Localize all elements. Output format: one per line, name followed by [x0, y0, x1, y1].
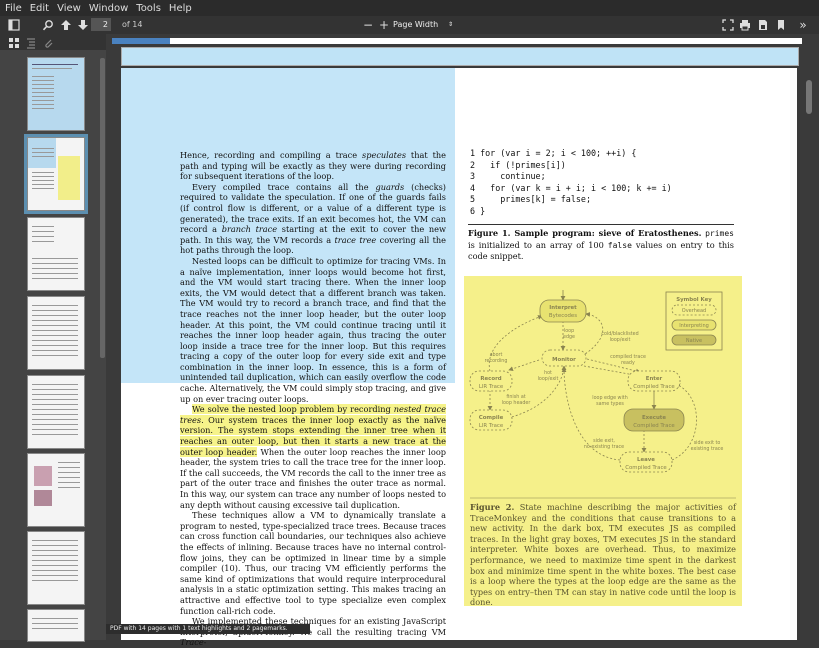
thumbnails-icon[interactable] [8, 36, 19, 50]
edge-label: existing trace [691, 446, 724, 452]
edge-label: loop [564, 328, 574, 334]
edge-label: finish at [506, 394, 525, 400]
edge-label: hot [544, 370, 552, 376]
node-record-sub: LIR Trace [479, 384, 504, 390]
edge-label: loop/exit [538, 376, 559, 382]
page-thumbnail-5[interactable] [27, 375, 85, 449]
edge-label: ready [621, 360, 635, 366]
print-icon[interactable] [739, 18, 751, 32]
attachments-icon[interactable] [42, 36, 53, 50]
status-bar: PDF with 14 pages with 1 text highlights… [106, 624, 310, 634]
key-interpreting: Interpreting [679, 323, 709, 329]
code-line: 4 for (var k = i + i; i < 100; k += i) [470, 182, 672, 193]
figure-2-caption: Figure 2. State machine describing the m… [470, 502, 737, 608]
edge-label: compiled trace [610, 354, 646, 360]
node-execute: Execute [642, 415, 666, 421]
code-line: 1 for (var i = 2; i < 100; ++i) { [470, 148, 637, 158]
up-arrow-icon[interactable] [60, 18, 72, 32]
node-enter: Enter [646, 376, 663, 382]
page-count: of 14 [122, 20, 143, 29]
search-icon[interactable] [42, 18, 54, 32]
edge-label: loop/exit [610, 337, 631, 343]
node-interpret: Interpret [549, 305, 577, 311]
page-thumbnail-2[interactable] [24, 134, 88, 214]
edge-label: side exit, [593, 438, 615, 444]
node-interpret-sub: Bytecodes [549, 313, 577, 319]
more-button[interactable]: » [796, 18, 810, 32]
bookmark-icon[interactable] [775, 18, 787, 32]
paragraph-4: We solve the nested loop problem by reco… [180, 404, 446, 510]
node-compile-sub: LIR Trace [479, 423, 504, 429]
node-compile: Compile [479, 415, 504, 421]
edge-label: same types [596, 401, 624, 407]
paragraph-1: Hence, recording and compiling a trace s… [180, 150, 446, 182]
pdf-page: Hence, recording and compiling a trace s… [121, 68, 797, 647]
menu-window[interactable]: Window [84, 3, 131, 14]
edge-label: abort [490, 352, 503, 358]
symbol-key: Symbol Key Overhead Interpreting Native [665, 291, 723, 351]
save-icon[interactable] [757, 18, 769, 32]
outline-icon[interactable] [25, 36, 35, 50]
select-arrows-icon: ⇕ [447, 21, 453, 28]
key-title: Symbol Key [676, 297, 712, 303]
code-line: 3 continue; [470, 171, 546, 182]
zoom-select[interactable]: Page Width ⇕ [393, 18, 457, 31]
left-column-text: Hence, recording and compiling a trace s… [180, 150, 446, 648]
edge-label: loop header [502, 400, 531, 406]
toolbar: 2 of 14 − + Page Width ⇕ » [0, 16, 819, 34]
figure-rule [468, 224, 734, 225]
down-arrow-icon[interactable] [77, 18, 89, 32]
edge-label: loop edge with [592, 395, 627, 401]
node-leave: Leave [637, 457, 655, 463]
edge-label: no existing trace [584, 444, 624, 450]
menu-bar: File Edit View Window Tools Help [0, 0, 819, 16]
sidebar-toggle-icon[interactable] [8, 18, 20, 32]
paragraph-2: Every compiled trace contains all the gu… [180, 181, 447, 256]
edge-label: edge [563, 334, 575, 340]
figure-2: Interpret Bytecodes Monitor Record LIR T… [464, 276, 742, 608]
node-monitor: Monitor [552, 357, 576, 363]
node-execute-sub: Compiled Trace [633, 423, 675, 429]
sidebar-scrollbar[interactable] [100, 58, 105, 358]
sidebar-tabs [0, 34, 106, 50]
menu-view[interactable]: View [52, 3, 84, 14]
zoom-mode-label: Page Width [393, 20, 439, 29]
code-line: 6 } [470, 205, 486, 216]
code-line: 2 if (!primes[i]) [470, 159, 566, 170]
node-enter-sub: Compiled Trace [633, 384, 675, 390]
reading-progress-bar [112, 38, 802, 44]
figure-1-caption: Figure 1. Sample program: sieve of Erato… [468, 228, 734, 262]
node-leave-sub: Compiled Trace [625, 465, 667, 471]
edge-label: side exit to [694, 440, 721, 446]
node-record: Record [480, 376, 501, 382]
code-listing: 1 for (var i = 2; i < 100; ++i) {2 if (!… [470, 148, 672, 218]
key-native: Native [686, 338, 702, 344]
page-thumbnail-6[interactable] [27, 453, 85, 527]
page-thumbnail-3[interactable] [27, 217, 85, 291]
state-machine-diagram: Interpret Bytecodes Monitor Record LIR T… [469, 290, 736, 499]
menu-tools[interactable]: Tools [131, 3, 164, 14]
viewer-scrollbar[interactable] [806, 80, 812, 114]
key-overhead: Overhead [682, 308, 706, 314]
zoom-out-button[interactable]: − [362, 18, 374, 32]
paragraph-3: Nested loops can be difficult to optimiz… [180, 255, 446, 404]
code-line: 5 primes[k] = false; [470, 194, 592, 205]
page-thumbnail-4[interactable] [27, 296, 85, 370]
previous-page-bottom [121, 47, 799, 66]
page-thumbnail-1[interactable] [27, 57, 85, 131]
edge-label: cold/blacklisted [601, 331, 638, 337]
menu-help[interactable]: Help [164, 3, 195, 14]
edge-label: recording [485, 358, 508, 364]
page-thumbnail-8[interactable] [27, 609, 85, 642]
paragraph-5: These techniques allow a VM to dynamical… [180, 510, 446, 616]
menu-edit[interactable]: Edit [25, 3, 52, 14]
menu-file[interactable]: File [0, 3, 25, 14]
fullscreen-icon[interactable] [722, 18, 734, 32]
page-number-input[interactable]: 2 [91, 18, 111, 31]
page-thumbnail-7[interactable] [27, 531, 85, 605]
reading-progress-fill [112, 38, 170, 44]
zoom-in-button[interactable]: + [378, 18, 390, 32]
